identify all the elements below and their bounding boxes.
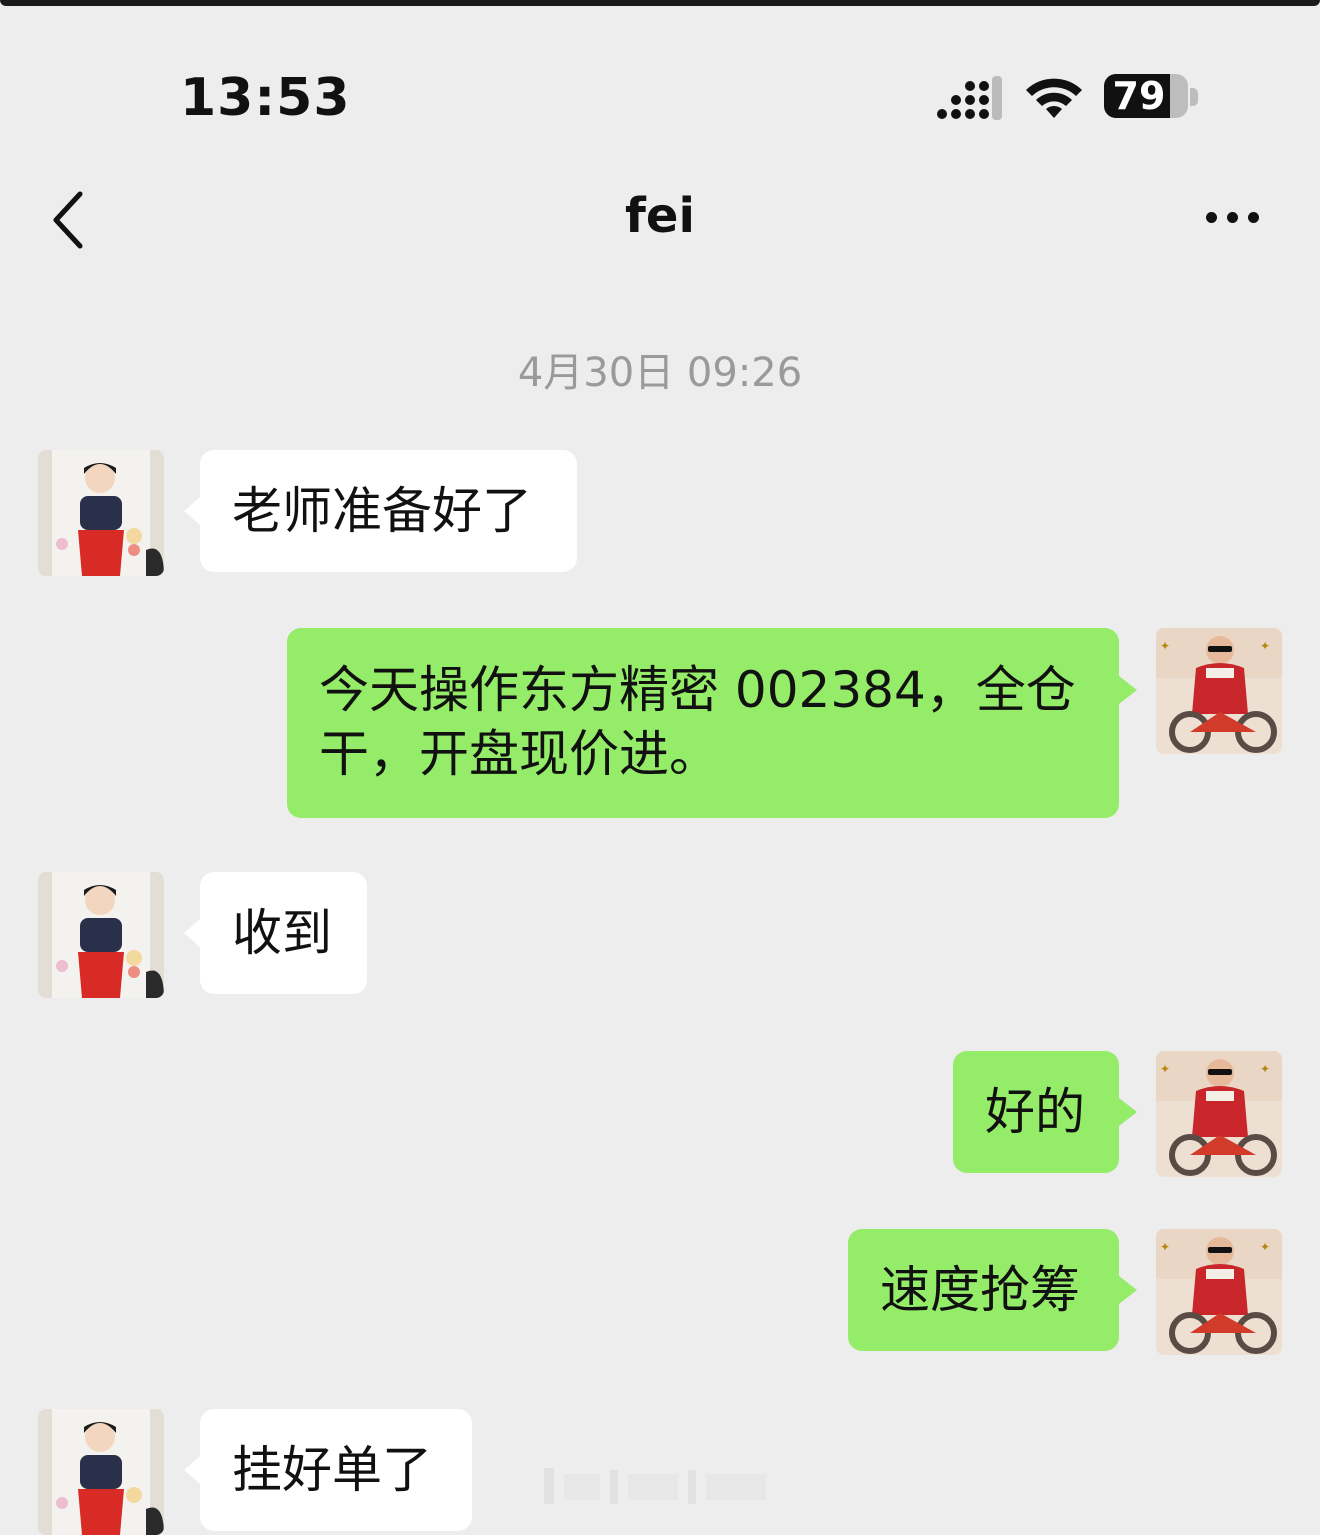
my-avatar[interactable]: ✦ ✦ [1156, 1051, 1282, 1177]
incoming-message[interactable]: 挂好单了 [200, 1409, 472, 1531]
bubble-tail [184, 919, 200, 947]
bubble-tail [1119, 1276, 1137, 1304]
svg-text:✦: ✦ [1260, 1062, 1270, 1076]
battery-cap [1190, 88, 1198, 106]
cellular-signal-icon [936, 76, 1002, 120]
status-time: 13:53 [180, 68, 351, 128]
outgoing-message[interactable]: 今天操作东方精密 002384，全仓干，开盘现价进。 [287, 628, 1119, 818]
contact-avatar[interactable] [38, 450, 164, 576]
more-dots-icon [1206, 212, 1217, 223]
wifi-icon [1024, 74, 1084, 120]
top-edge [0, 0, 1320, 6]
outgoing-message[interactable]: 速度抢筹 [848, 1229, 1119, 1351]
more-options-button[interactable] [1200, 200, 1268, 236]
svg-text:✦: ✦ [1160, 639, 1170, 653]
chat-timestamp: 4月30日 09:26 [517, 350, 803, 396]
contact-avatar[interactable] [38, 1409, 164, 1535]
outgoing-message[interactable]: 好的 [953, 1051, 1119, 1173]
svg-text:✦: ✦ [1260, 1240, 1270, 1254]
svg-text:✦: ✦ [1160, 1240, 1170, 1254]
my-avatar[interactable]: ✦ ✦ [1156, 1229, 1282, 1355]
bubble-tail [1119, 676, 1137, 704]
bubble-tail [184, 1456, 200, 1484]
battery-percentage: 79 [1112, 74, 1166, 118]
chat-title: fei [625, 188, 695, 244]
contact-avatar[interactable] [38, 872, 164, 998]
incoming-message[interactable]: 老师准备好了 [200, 450, 577, 572]
bubble-tail [184, 497, 200, 525]
svg-text:✦: ✦ [1160, 1062, 1170, 1076]
bubble-tail [1119, 1098, 1137, 1126]
battery-indicator: 79 [1104, 74, 1188, 118]
incoming-message[interactable]: 收到 [200, 872, 367, 994]
svg-text:✦: ✦ [1260, 639, 1270, 653]
watermark [540, 1464, 790, 1508]
my-avatar[interactable]: ✦ ✦ [1156, 628, 1282, 754]
